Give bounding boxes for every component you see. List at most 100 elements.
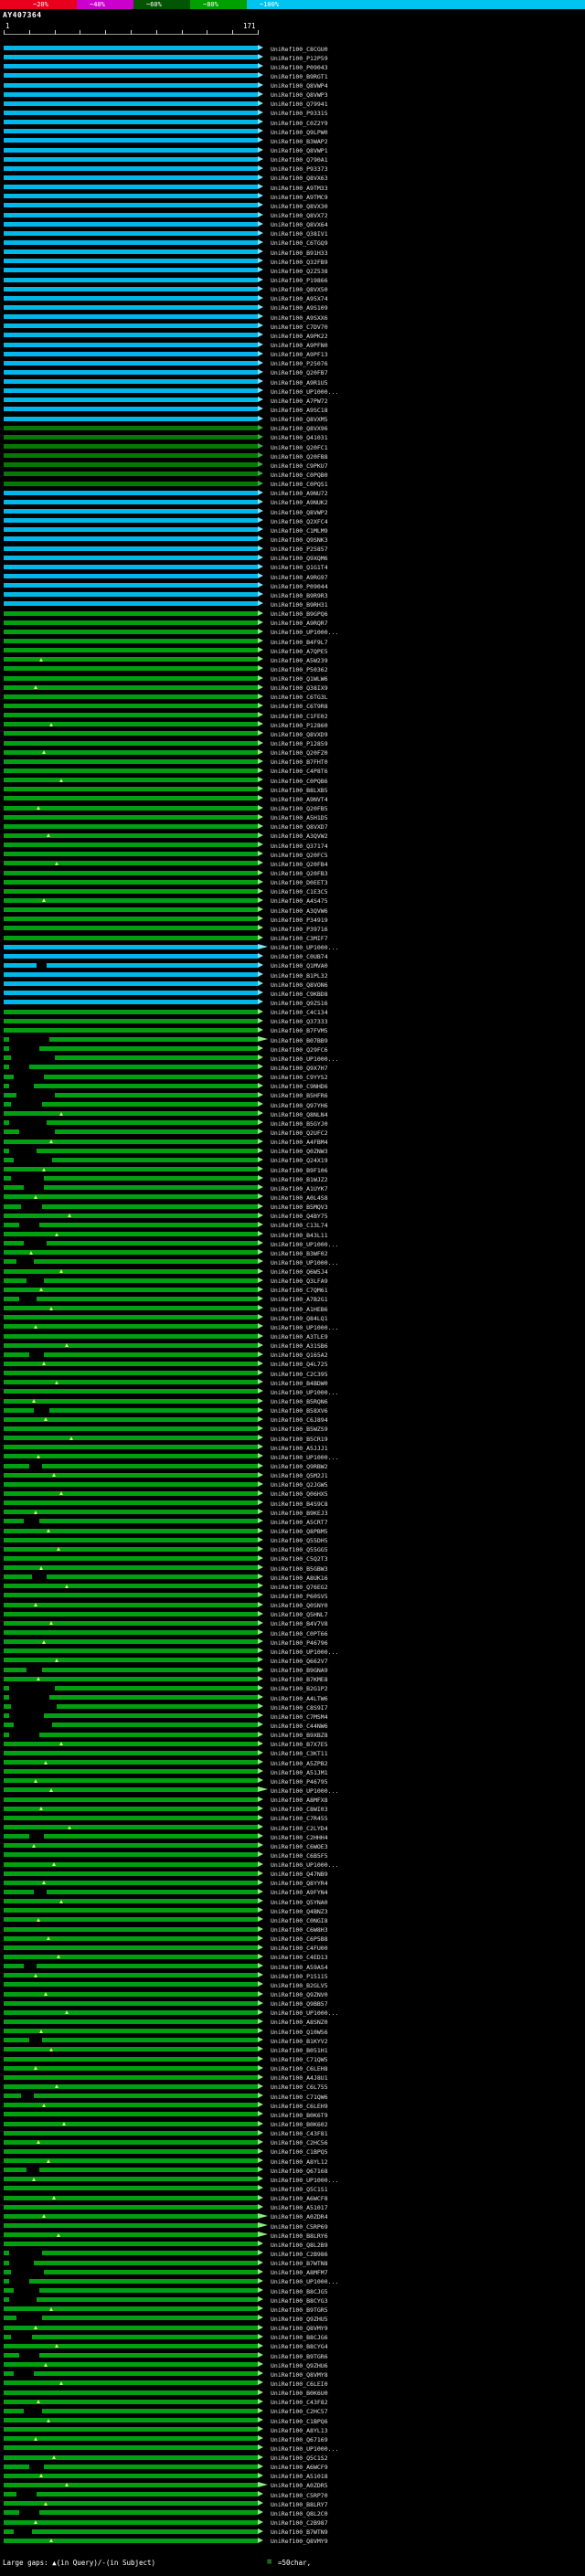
hit-label[interactable]: UniRef100_C0PQS1 <box>271 481 328 488</box>
alignment-bar[interactable] <box>4 2316 258 2321</box>
hit-label[interactable]: UniRef100_Q76EG2 <box>271 1584 328 1591</box>
alignment-bar[interactable] <box>4 1463 258 1468</box>
hit-label[interactable]: UniRef100_B1WJZ2 <box>271 1176 328 1183</box>
alignment-bar[interactable] <box>4 416 258 421</box>
hit-label[interactable]: UniRef100_Q790A1 <box>271 156 328 164</box>
hit-label[interactable]: UniRef100_Q55GG5 <box>271 1546 328 1553</box>
alignment-bar[interactable] <box>4 2148 258 2154</box>
hit-label[interactable]: UniRef100_UP1000... <box>271 2278 338 2285</box>
alignment-bar[interactable] <box>4 1398 258 1404</box>
hit-label[interactable]: UniRef100_UP1000... <box>271 1787 338 1795</box>
hit-label[interactable]: UniRef100_Q8L2B9 <box>271 2242 328 2249</box>
alignment-bar[interactable] <box>4 1973 258 1978</box>
hit-label[interactable]: UniRef100_C6LEH9 <box>271 2103 328 2110</box>
alignment-bar[interactable] <box>4 1241 258 1246</box>
hit-label[interactable]: UniRef100_Q4BY75 <box>271 1213 328 1220</box>
hit-label[interactable]: UniRef100_A95X74 <box>271 295 328 302</box>
alignment-bar[interactable] <box>4 1537 258 1542</box>
alignment-bar[interactable] <box>4 2038 258 2043</box>
alignment-bar[interactable] <box>4 1055 258 1061</box>
hit-label[interactable]: UniRef100_Q8VX64 <box>271 221 328 228</box>
alignment-bar[interactable] <box>4 935 258 940</box>
alignment-bar[interactable] <box>4 2334 258 2339</box>
hit-label[interactable]: UniRef100_Q10W56 <box>271 2029 328 2036</box>
alignment-bar[interactable] <box>4 1074 258 1079</box>
alignment-bar[interactable] <box>4 398 258 403</box>
hit-label[interactable]: UniRef100_B7FHT0 <box>271 758 328 766</box>
hit-label[interactable]: UniRef100_C6P5B8 <box>271 1935 328 1943</box>
hit-label[interactable]: UniRef100_Q8VXM5 <box>271 416 328 423</box>
hit-label[interactable]: UniRef100_P50362 <box>271 666 328 673</box>
alignment-bar[interactable] <box>4 1185 258 1191</box>
hit-label[interactable]: UniRef100_C3MIF7 <box>271 935 328 942</box>
alignment-bar[interactable] <box>4 1602 258 1607</box>
hit-label[interactable]: UniRef100_B9XBZ8 <box>271 1732 328 1739</box>
alignment-bar[interactable] <box>4 444 258 450</box>
hit-label[interactable]: UniRef100_B9F106 <box>271 1167 328 1174</box>
hit-label[interactable]: UniRef100_B3WF02 <box>271 1250 328 1257</box>
alignment-bar[interactable] <box>4 536 258 542</box>
alignment-bar[interactable] <box>4 165 258 171</box>
hit-label[interactable]: UniRef100_B9KEJ3 <box>271 1510 328 1517</box>
hit-label[interactable]: UniRef100_UP1000... <box>271 2009 338 2017</box>
hit-label[interactable]: UniRef100_B9RGT1 <box>271 73 328 80</box>
alignment-bar[interactable] <box>4 1500 258 1506</box>
alignment-bar[interactable] <box>4 2390 258 2395</box>
alignment-bar[interactable] <box>4 1593 258 1598</box>
alignment-bar[interactable] <box>4 2242 258 2247</box>
alignment-bar[interactable] <box>4 1481 258 1487</box>
alignment-bar[interactable] <box>4 1630 258 1636</box>
hit-label[interactable]: UniRef100_P12859 <box>271 740 328 747</box>
hit-label[interactable]: UniRef100_A9S109 <box>271 304 328 312</box>
alignment-bar[interactable] <box>4 2510 258 2516</box>
alignment-bar[interactable] <box>4 1769 258 1775</box>
hit-label[interactable]: UniRef100_Q8VON6 <box>271 981 328 989</box>
hit-label[interactable]: UniRef100_B4BDW0 <box>271 1380 328 1387</box>
hit-label[interactable]: UniRef100_Q20FC5 <box>271 852 328 859</box>
alignment-bar[interactable] <box>4 1574 258 1580</box>
alignment-bar[interactable] <box>4 1222 258 1227</box>
hit-label[interactable]: UniRef100_A9PF13 <box>271 351 328 358</box>
alignment-bar[interactable] <box>4 546 258 551</box>
hit-label[interactable]: UniRef100_Q84LQ1 <box>271 1315 328 1322</box>
alignment-bar[interactable] <box>4 2399 258 2404</box>
alignment-bar[interactable] <box>4 740 258 746</box>
hit-label[interactable]: UniRef100_Q8VWP1 <box>271 147 328 154</box>
alignment-bar[interactable] <box>4 1352 258 1357</box>
alignment-bar[interactable] <box>4 46 258 50</box>
hit-label[interactable]: UniRef100_Q8PBM5 <box>271 1528 328 1535</box>
alignment-bar[interactable] <box>4 2223 258 2229</box>
hit-label[interactable]: UniRef100_C4ED13 <box>271 1954 328 1961</box>
hit-label[interactable]: UniRef100_Q1WLW6 <box>271 675 328 683</box>
hit-label[interactable]: UniRef100_P09043 <box>271 64 328 71</box>
alignment-bar[interactable] <box>4 230 258 236</box>
alignment-bar[interactable] <box>4 1685 258 1691</box>
alignment-bar[interactable] <box>4 2418 258 2422</box>
hit-label[interactable]: UniRef100_Q9ZHU5 <box>271 2316 328 2323</box>
alignment-bar[interactable] <box>4 2195 258 2200</box>
alignment-bar[interactable] <box>4 1834 258 1839</box>
alignment-bar[interactable] <box>4 1065 258 1070</box>
hit-label[interactable]: UniRef100_B0K6T9 <box>271 2112 328 2119</box>
alignment-bar[interactable] <box>4 1194 258 1200</box>
alignment-bar[interactable] <box>4 1092 258 1097</box>
alignment-bar[interactable] <box>4 1954 258 1959</box>
alignment-bar[interactable] <box>4 509 258 514</box>
hit-label[interactable]: UniRef100_A8MFX8 <box>271 1797 328 1804</box>
hit-label[interactable]: UniRef100_B58XV6 <box>271 1407 328 1415</box>
alignment-bar[interactable] <box>4 1407 258 1413</box>
alignment-bar[interactable] <box>4 82 258 88</box>
hit-label[interactable]: UniRef100_B7FVM5 <box>271 1027 328 1034</box>
alignment-bar[interactable] <box>4 1843 258 1849</box>
hit-label[interactable]: UniRef100_Q9XQM6 <box>271 555 328 562</box>
hit-label[interactable]: UniRef100_B9R9R3 <box>271 592 328 599</box>
hit-label[interactable]: UniRef100_Q8VX50 <box>271 286 328 293</box>
alignment-bar[interactable] <box>4 1648 258 1654</box>
alignment-bar[interactable] <box>4 907 258 913</box>
hit-label[interactable]: UniRef100_Q8VX72 <box>271 212 328 219</box>
hit-label[interactable]: UniRef100_A8SNZ0 <box>271 2019 328 2026</box>
hit-label[interactable]: UniRef100_C6W8H3 <box>271 1926 328 1934</box>
hit-label[interactable]: UniRef100_A5W239 <box>271 657 328 664</box>
alignment-bar[interactable] <box>4 1732 258 1737</box>
hit-label[interactable]: UniRef100_Q24X19 <box>271 1157 328 1164</box>
